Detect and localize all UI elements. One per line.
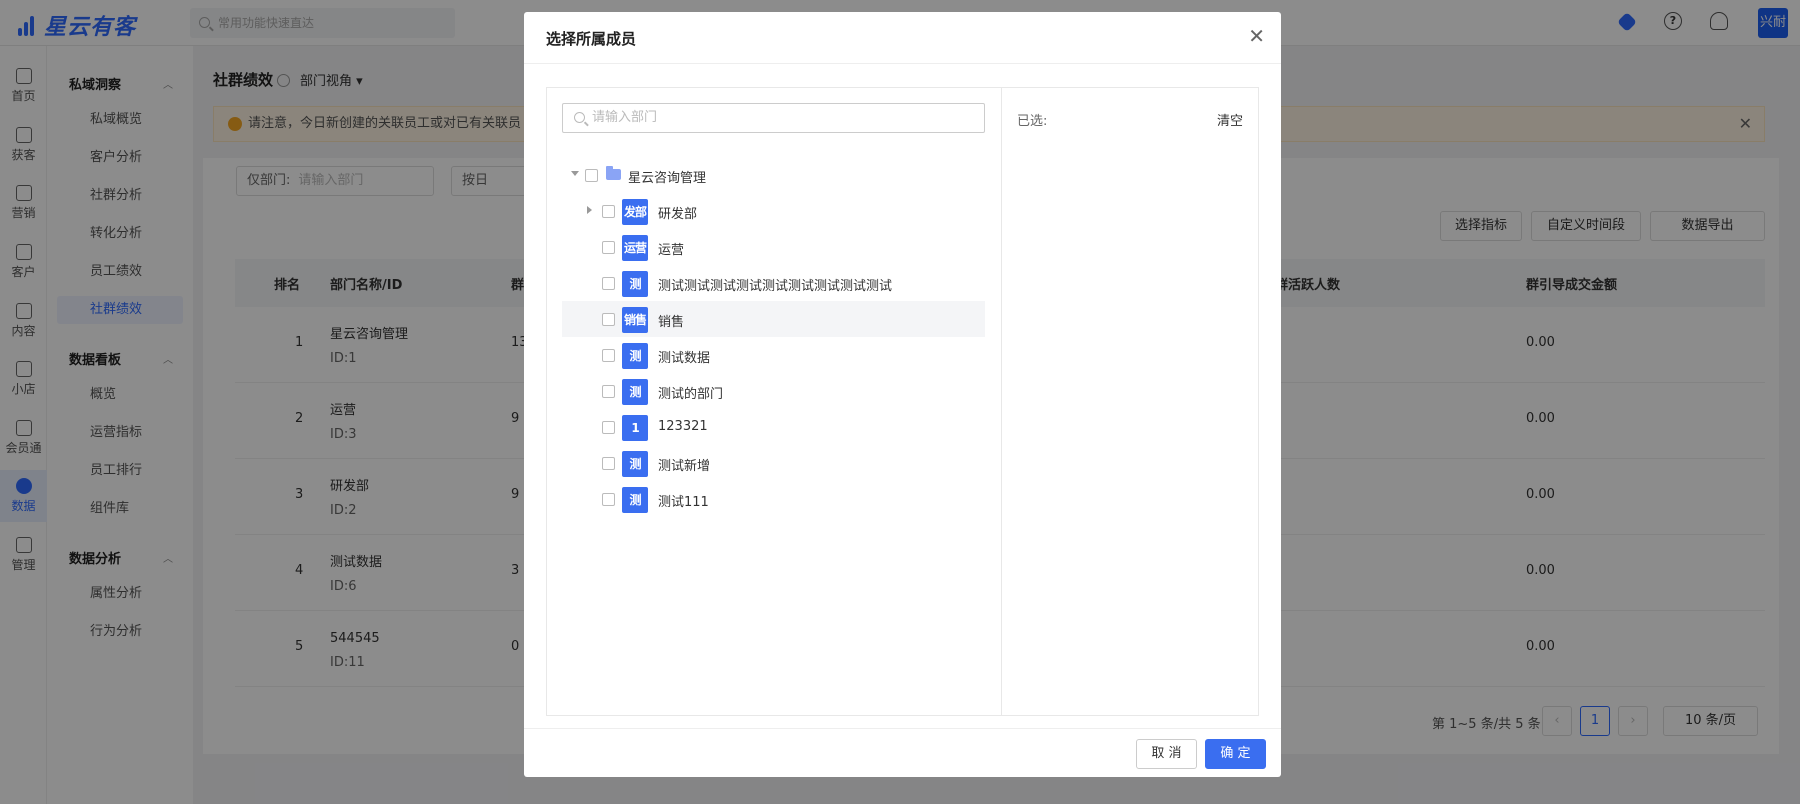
tree-node-label: 测试新增 — [658, 459, 711, 474]
checkbox[interactable] — [602, 313, 615, 326]
checkbox[interactable] — [602, 493, 615, 506]
checkbox[interactable] — [585, 169, 598, 182]
dept-avatar-icon: 发部 — [622, 199, 648, 225]
tree-node[interactable]: 1 123321 — [562, 409, 985, 445]
checkbox[interactable] — [602, 385, 615, 398]
dept-avatar-icon: 测 — [622, 487, 648, 513]
checkbox[interactable] — [602, 277, 615, 290]
caret-right-icon[interactable] — [587, 206, 592, 214]
dept-tree-panel: 请输入部门 星云咨询管理 发部 研发部 运营 运营 测 测试测试测试测试测试测试… — [547, 88, 1002, 715]
tree-node[interactable]: 测 测试111 — [562, 481, 985, 517]
tree-node-hovered[interactable]: 销售 销售 — [562, 301, 985, 337]
tree-node-label: 研发部 — [658, 207, 698, 222]
dept-avatar-icon: 测 — [622, 451, 648, 477]
dept-search-placeholder: 请输入部门 — [592, 110, 658, 125]
tree-node[interactable]: 运营 运营 — [562, 229, 985, 265]
tree-node[interactable]: 发部 研发部 — [562, 193, 985, 229]
selected-label: 已选: — [1017, 114, 1048, 129]
dialog-header: 选择所属成员 ✕ — [524, 12, 1281, 64]
search-icon — [574, 112, 585, 123]
tree-node[interactable]: 测 测试新增 — [562, 445, 985, 481]
dept-avatar-icon: 销售 — [622, 307, 648, 333]
close-icon[interactable]: ✕ — [1248, 26, 1265, 46]
tree-node-root[interactable]: 星云咨询管理 — [562, 157, 985, 193]
dept-avatar-icon: 测 — [622, 379, 648, 405]
dialog-footer: 取 消 确 定 — [524, 728, 1281, 777]
dialog-panel: 请输入部门 星云咨询管理 发部 研发部 运营 运营 测 测试测试测试测试测试测试… — [546, 87, 1259, 716]
tree-node-label: 测试测试测试测试测试测试测试测试测试 — [658, 279, 893, 294]
dept-avatar-icon: 运营 — [622, 235, 648, 261]
dept-avatar-icon: 1 — [622, 415, 648, 441]
clear-button[interactable]: 清空 — [1217, 110, 1243, 129]
dept-avatar-icon: 测 — [622, 271, 648, 297]
checkbox[interactable] — [602, 457, 615, 470]
dept-search-input[interactable]: 请输入部门 — [562, 103, 985, 133]
tree-node-label: 测试数据 — [658, 351, 711, 366]
checkbox[interactable] — [602, 349, 615, 362]
checkbox[interactable] — [602, 421, 615, 434]
tree-node[interactable]: 测 测试的部门 — [562, 373, 985, 409]
checkbox[interactable] — [602, 205, 615, 218]
select-member-dialog: 选择所属成员 ✕ 请输入部门 星云咨询管理 发部 研发部 运营 运营 测 测试测… — [524, 12, 1281, 777]
tree-node-label: 运营 — [658, 243, 685, 258]
caret-down-icon[interactable] — [571, 171, 579, 176]
tree-node[interactable]: 测 测试数据 — [562, 337, 985, 373]
tree-node-label: 测试111 — [658, 495, 709, 510]
folder-icon — [606, 166, 621, 180]
tree-node[interactable]: 测 测试测试测试测试测试测试测试测试测试 — [562, 265, 985, 301]
tree-node-label: 123321 — [658, 419, 708, 434]
tree-node-label: 销售 — [658, 315, 685, 330]
tree-node-label: 测试的部门 — [658, 387, 724, 402]
confirm-button[interactable]: 确 定 — [1205, 739, 1266, 769]
dept-avatar-icon: 测 — [622, 343, 648, 369]
dialog-title: 选择所属成员 — [546, 30, 637, 48]
tree-node-label: 星云咨询管理 — [628, 171, 707, 186]
cancel-button[interactable]: 取 消 — [1136, 739, 1197, 769]
checkbox[interactable] — [602, 241, 615, 254]
